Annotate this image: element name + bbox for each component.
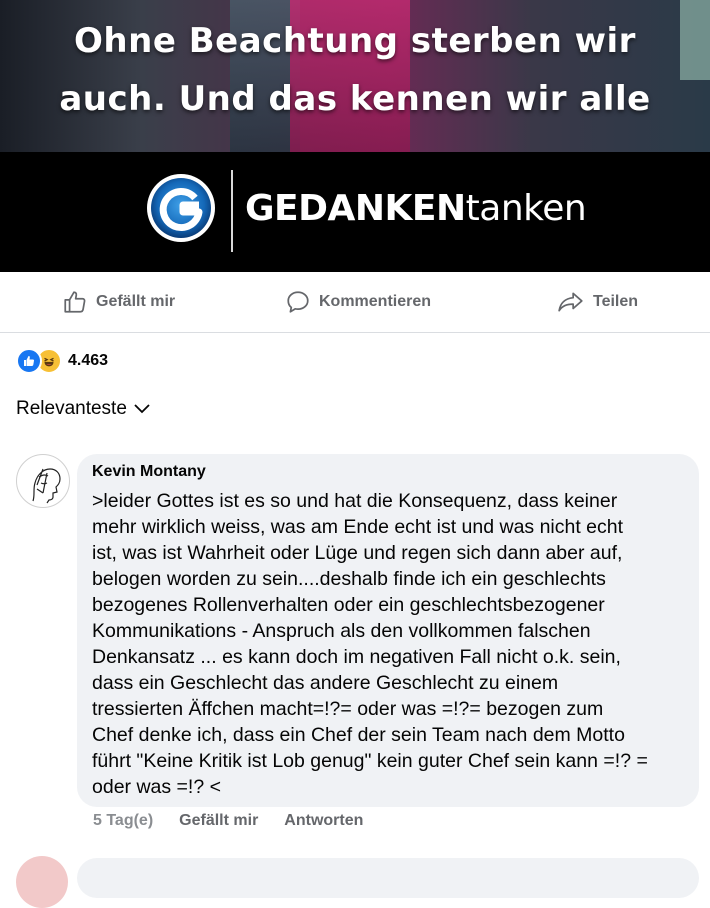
share-arrow-icon	[558, 292, 583, 312]
comment-line: Denkansatz ... es kann doch im negativen…	[92, 646, 621, 668]
comment-line: ist, was ist Wahrheit oder Lüge und rege…	[92, 542, 623, 564]
brand-divider	[231, 170, 233, 252]
comment-button-label: Kommentieren	[319, 293, 432, 310]
comment-meta: 5 Tag(e) Gefällt mir Antworten	[93, 812, 389, 830]
comment-line: führt "Keine Kritik ist Lob genug" kein …	[92, 750, 648, 772]
reaction-count: 4.463	[68, 352, 109, 369]
comment-line: dass ein Geschlecht das andere Geschlech…	[92, 672, 559, 694]
like-reaction-icon	[16, 348, 42, 374]
comment-line: oder was =!? <	[92, 776, 221, 798]
comment-author[interactable]: Kevin Montany	[92, 463, 206, 481]
thumbs-up-icon	[64, 291, 86, 313]
reaction-summary[interactable]: 4.463	[16, 348, 108, 374]
caption-line-2: auch. Und das kennen wir alle	[59, 79, 651, 119]
comment-sort-dropdown[interactable]: Relevanteste	[16, 398, 151, 420]
comment-line: mehr wirklich weiss, was am Ende echt is…	[92, 516, 624, 538]
like-button-label: Gefällt mir	[96, 293, 176, 310]
next-comment-bubble	[77, 858, 699, 898]
post-action-bar: Gefällt mir Kommentieren Teilen	[0, 272, 710, 333]
video-caption: Ohne Beachtung sterben wir auch. Und das…	[0, 12, 710, 128]
comment-timestamp[interactable]: 5 Tag(e)	[93, 812, 153, 830]
brand-name-bold: GEDANKEN	[245, 188, 466, 229]
share-button-label: Teilen	[593, 293, 639, 310]
gedankentanken-logo-icon	[147, 174, 215, 242]
brand-name: GEDANKENtanken	[245, 188, 587, 229]
comment-bubble-icon	[287, 291, 309, 313]
share-button[interactable]: Teilen	[557, 272, 638, 332]
comment-like-button[interactable]: Gefällt mir	[179, 812, 258, 830]
caption-line-1: Ohne Beachtung sterben wir	[74, 21, 636, 61]
comment-button[interactable]: Kommentieren	[285, 272, 431, 332]
sort-label: Relevanteste	[16, 398, 127, 419]
comment-line: >leider Gottes ist es so und hat die Kon…	[92, 490, 618, 512]
comment-line: tressierten Äffchen macht=!?= oder was =…	[92, 698, 604, 720]
comment-line: bezogenes Rollenverhalten oder ein gesch…	[92, 594, 605, 616]
comment-line: belogen worden zu sein....deshalb finde …	[92, 568, 606, 590]
like-button[interactable]: Gefällt mir	[62, 272, 175, 332]
chevron-down-icon	[134, 404, 150, 414]
avatar[interactable]	[16, 454, 70, 508]
video-thumbnail[interactable]: Ohne Beachtung sterben wir auch. Und das…	[0, 0, 710, 272]
comment-line: Chef denke ich, dass ein Chef der sein T…	[92, 724, 625, 746]
comment-line: Kommunikations - Anspruch als den vollko…	[92, 620, 591, 642]
comment-reply-button[interactable]: Antworten	[284, 812, 363, 830]
brand-name-light: tanken	[465, 188, 587, 229]
comment-text: >leider Gottes ist es so und hat die Kon…	[92, 488, 692, 800]
